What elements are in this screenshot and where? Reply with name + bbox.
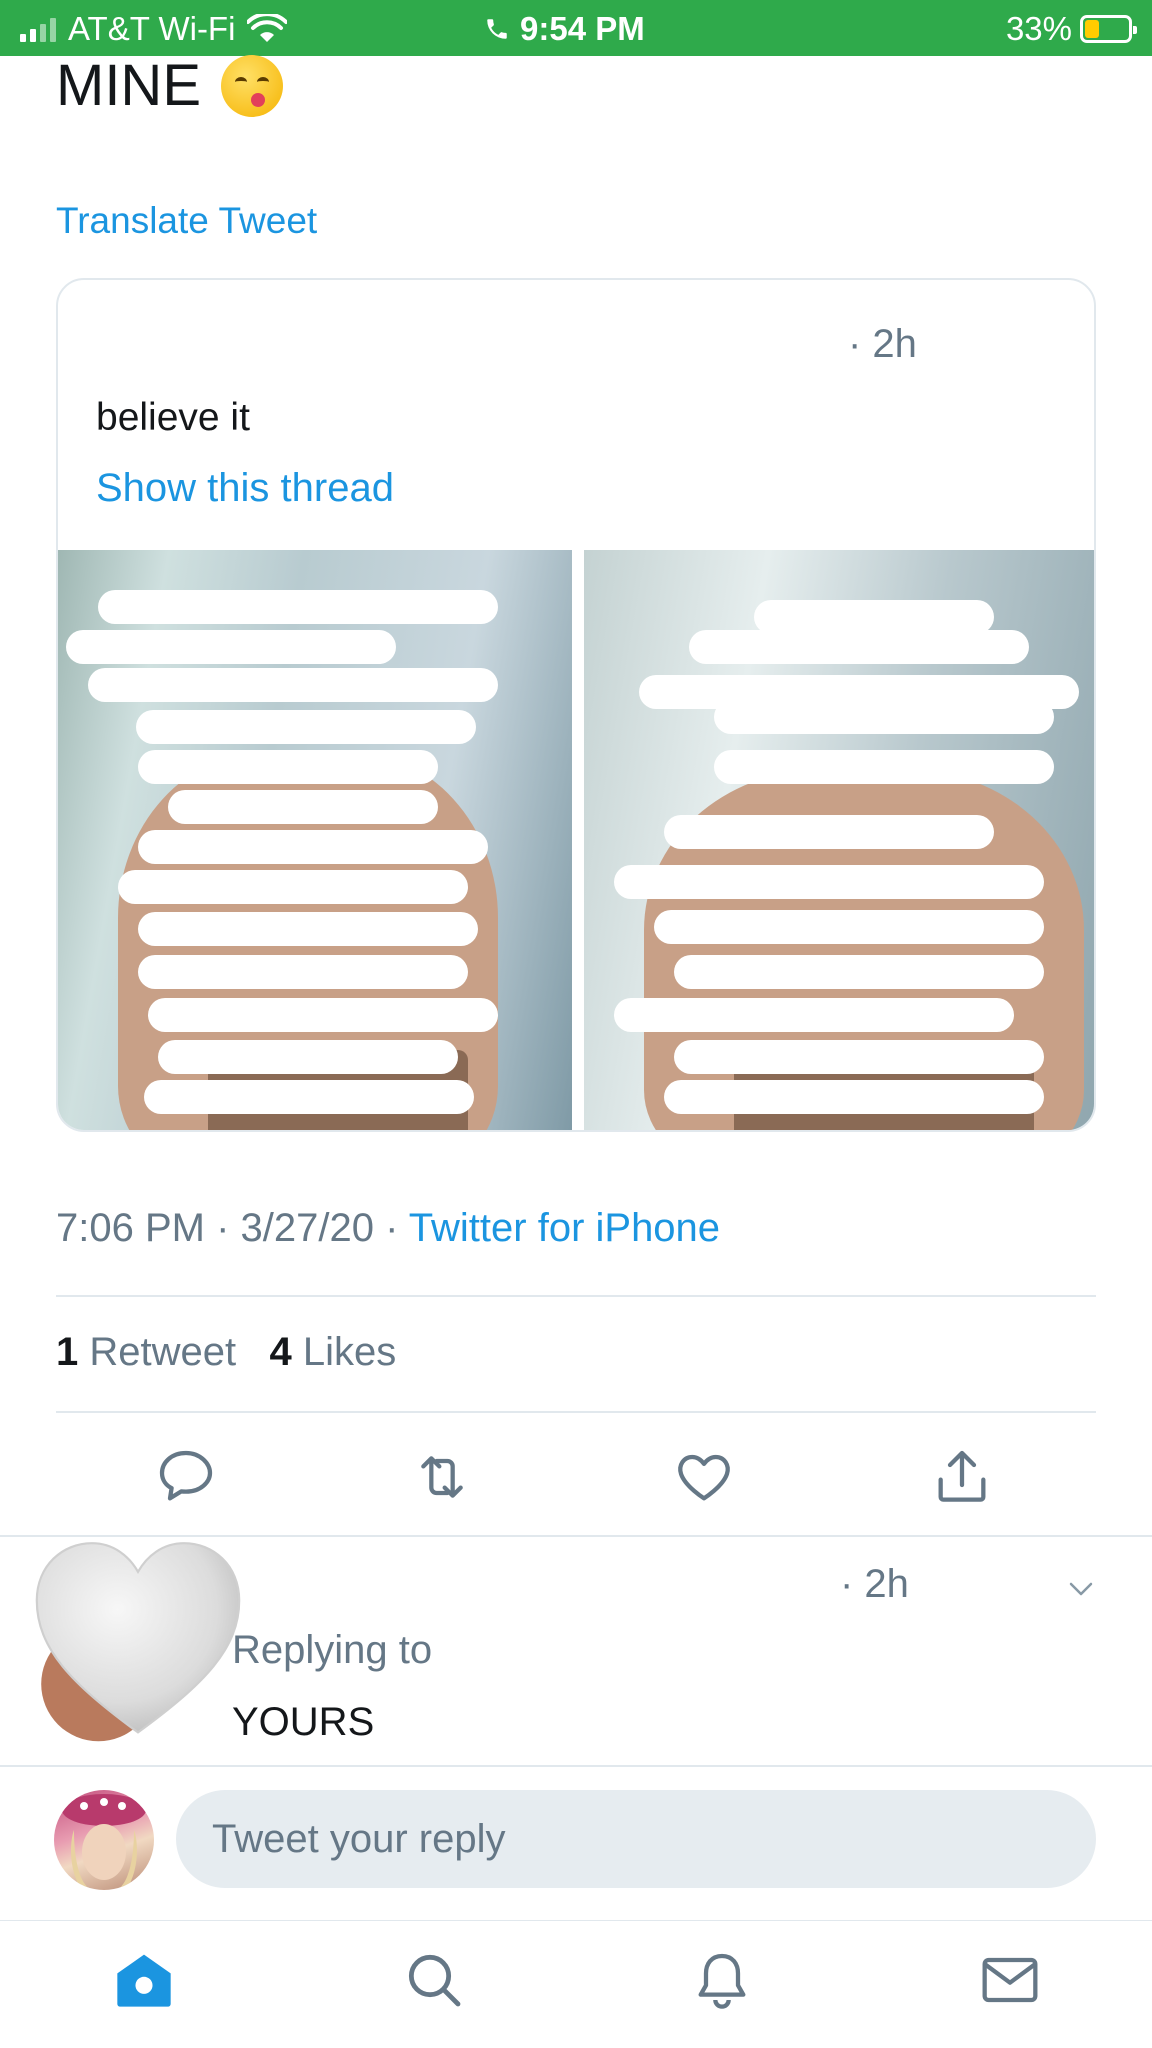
replying-to-label: Replying to xyxy=(232,1628,433,1672)
home-icon[interactable] xyxy=(112,1948,176,2012)
reply-text: YOURS xyxy=(232,1700,375,1744)
yum-face-emoji-icon xyxy=(221,54,283,117)
like-icon[interactable] xyxy=(672,1445,736,1509)
divider xyxy=(0,1765,1152,1767)
quoted-tweet-photo-1[interactable] xyxy=(58,550,572,1130)
tweet-text: MINE xyxy=(56,52,283,119)
messages-icon[interactable] xyxy=(978,1948,1042,2012)
clock: 9:54 PM xyxy=(484,10,645,48)
tweet-source-link[interactable]: Twitter for iPhone xyxy=(409,1206,720,1250)
likes-stat[interactable]: 4 Likes xyxy=(269,1330,396,1374)
phone-call-icon xyxy=(487,19,507,39)
translate-tweet-link[interactable]: Translate Tweet xyxy=(56,200,317,242)
share-icon[interactable] xyxy=(930,1445,994,1509)
tweet-body: MINE xyxy=(56,53,201,118)
retweets-stat[interactable]: 1 Retweet xyxy=(56,1330,236,1374)
reply-time: · 2h xyxy=(840,1562,909,1606)
divider xyxy=(0,1920,1152,1921)
quoted-tweet-time: · 2h xyxy=(848,322,917,366)
battery-percent: 33% xyxy=(1005,10,1072,47)
carrier-label: AT&T Wi-Fi xyxy=(68,10,236,47)
tweet-timestamp: 7:06 PM · 3/27/20 · xyxy=(56,1206,399,1250)
signal-icon xyxy=(20,16,56,42)
time-label: 9:54 PM xyxy=(520,10,645,47)
reply-input-placeholder: Tweet your reply xyxy=(212,1816,506,1861)
chevron-down-icon[interactable] xyxy=(1066,1574,1096,1604)
reply-icon[interactable] xyxy=(154,1445,218,1509)
notifications-icon[interactable] xyxy=(690,1948,754,2012)
tweet-metadata: 7:06 PM · 3/27/20 · Twitter for iPhone xyxy=(56,1206,720,1251)
quoted-tweet-text: believe it xyxy=(96,396,250,439)
user-avatar[interactable] xyxy=(54,1790,154,1890)
retweets-label: Retweet xyxy=(89,1330,237,1374)
heart-avatar-sticker-icon xyxy=(35,1542,241,1742)
divider xyxy=(56,1411,1096,1413)
search-icon[interactable] xyxy=(402,1948,466,2012)
quoted-tweet-photo-2[interactable] xyxy=(584,550,1094,1130)
retweet-icon[interactable] xyxy=(410,1445,474,1509)
retweets-count: 1 xyxy=(56,1330,79,1374)
likes-label: Likes xyxy=(302,1330,397,1374)
carrier-indicator: AT&T Wi-Fi xyxy=(20,10,288,48)
show-thread-link[interactable]: Show this thread xyxy=(96,466,394,511)
wifi-icon xyxy=(247,14,288,42)
tweet-stats: 1 Retweet 4 Likes xyxy=(56,1330,396,1375)
reply-input[interactable]: Tweet your reply xyxy=(176,1790,1096,1888)
battery-icon xyxy=(1080,15,1137,43)
quoted-tweet-card[interactable]: · 2h believe it Show this thread xyxy=(56,278,1096,1132)
battery-indicator: 33% xyxy=(1005,10,1137,48)
likes-count: 4 xyxy=(269,1330,292,1374)
divider xyxy=(56,1295,1096,1297)
status-bar: AT&T Wi-Fi 9:54 PM 33% xyxy=(0,0,1152,56)
